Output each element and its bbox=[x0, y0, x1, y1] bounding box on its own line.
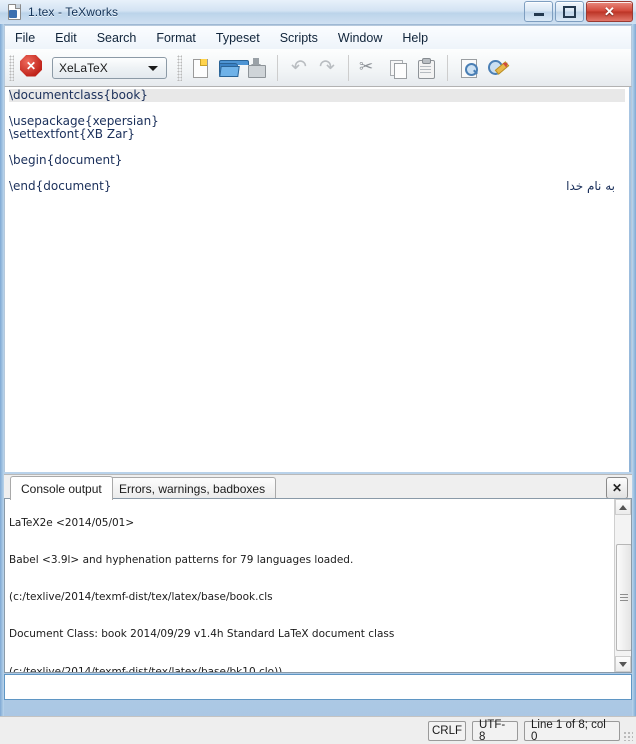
find-magnifier-icon bbox=[458, 57, 480, 79]
close-icon: ✕ bbox=[604, 4, 615, 19]
window-frame-right bbox=[632, 24, 636, 716]
menu-file[interactable]: File bbox=[5, 28, 45, 48]
typeset-engine-value: XeLaTeX bbox=[59, 60, 108, 75]
find-button[interactable] bbox=[455, 54, 483, 82]
scrollbar-thumb[interactable] bbox=[616, 544, 631, 651]
menu-typeset[interactable]: Typeset bbox=[206, 28, 270, 48]
toolbar-grip-typeset[interactable] bbox=[9, 54, 14, 81]
console-input-field[interactable] bbox=[4, 674, 632, 700]
window-controls: ✕ bbox=[524, 1, 633, 22]
copy-button[interactable] bbox=[384, 54, 412, 82]
replace-button[interactable] bbox=[483, 54, 511, 82]
editor-right-edge bbox=[629, 87, 631, 472]
console-vertical-scrollbar[interactable] bbox=[614, 499, 631, 672]
save-disk-icon bbox=[245, 57, 267, 79]
status-encoding[interactable]: UTF-8 bbox=[472, 719, 518, 743]
open-folder-icon bbox=[217, 57, 249, 79]
console-line: Document Class: book 2014/09/29 v1.4h St… bbox=[9, 628, 395, 641]
editor-area[interactable]: \documentclass{book} \usepackage{xepersi… bbox=[4, 87, 632, 472]
abort-typesetting-button[interactable] bbox=[20, 54, 46, 81]
status-line-ending[interactable]: CRLF bbox=[428, 721, 466, 741]
texworks-window: 1.tex - TeXworks ✕ File Edit Search Form… bbox=[0, 0, 636, 744]
toolbar-grip-edit[interactable] bbox=[177, 54, 182, 81]
open-file-button[interactable] bbox=[214, 54, 249, 82]
typeset-engine-combobox[interactable]: XeLaTeX bbox=[52, 56, 167, 79]
cut-button[interactable]: ✂ bbox=[356, 54, 384, 82]
close-button[interactable]: ✕ bbox=[586, 1, 633, 22]
editor-line: \documentclass{book} bbox=[9, 89, 625, 102]
clipboard-icon bbox=[415, 57, 437, 79]
undo-button[interactable]: ↶ bbox=[285, 54, 313, 82]
console-output-text: LaTeX2e <2014/05/01> Babel <3.9l> and hy… bbox=[9, 499, 609, 673]
redo-arrow-icon: ↷ bbox=[319, 57, 335, 78]
menu-search[interactable]: Search bbox=[87, 28, 147, 48]
stop-icon bbox=[20, 54, 42, 77]
chevron-down-icon bbox=[148, 65, 158, 71]
console-line: (c:/texlive/2014/texmf-dist/tex/latex/ba… bbox=[9, 591, 273, 604]
status-bar: CRLF UTF-8 Line 1 of 8; col 0 bbox=[0, 716, 636, 744]
toolbar: XeLaTeX ↶ ↷ ✂ bbox=[4, 49, 632, 87]
find-replace-pencil-icon bbox=[486, 57, 510, 79]
tab-console-output[interactable]: Console output bbox=[10, 476, 113, 500]
menu-edit[interactable]: Edit bbox=[45, 28, 87, 48]
toolbar-separator-2 bbox=[348, 54, 349, 81]
menu-bar: File Edit Search Format Typeset Scripts … bbox=[4, 25, 632, 49]
tab-errors-label: Errors, warnings, badboxes bbox=[119, 482, 266, 496]
tab-console-output-label: Console output bbox=[21, 481, 102, 496]
console-line: Babel <3.9l> and hyphenation patterns fo… bbox=[9, 554, 354, 567]
editor-text[interactable]: \documentclass{book} \usepackage{xepersi… bbox=[9, 87, 625, 193]
menu-format[interactable]: Format bbox=[146, 28, 206, 48]
window-title: 1.tex - TeXworks bbox=[28, 5, 119, 19]
menu-window[interactable]: Window bbox=[328, 28, 392, 48]
paste-button[interactable] bbox=[412, 54, 440, 82]
console-line: (c:/texlive/2014/texmf-dist/tex/latex/ba… bbox=[9, 665, 283, 673]
tex-document-icon bbox=[6, 4, 22, 20]
console-tab-row: Console output Errors, warnings, badboxe… bbox=[4, 474, 632, 500]
status-cursor-position: Line 1 of 8; col 0 bbox=[524, 719, 620, 743]
editor-line: \settextfont{XB Zar} bbox=[9, 127, 135, 141]
toolbar-separator-3 bbox=[447, 54, 448, 81]
tab-errors-warnings-badboxes[interactable]: Errors, warnings, badboxes bbox=[108, 477, 277, 500]
toolbar-separator-1 bbox=[277, 54, 278, 81]
scissors-icon: ✂ bbox=[359, 56, 374, 76]
undo-arrow-icon: ↶ bbox=[291, 57, 307, 78]
triangle-down-icon bbox=[619, 661, 627, 667]
resize-grip[interactable] bbox=[623, 731, 633, 741]
scroll-up-button[interactable] bbox=[615, 499, 631, 515]
console-line: LaTeX2e <2014/05/01> bbox=[9, 516, 135, 529]
new-file-icon bbox=[189, 57, 211, 79]
menu-help[interactable]: Help bbox=[392, 28, 438, 48]
console-panel: Console output Errors, warnings, badboxe… bbox=[4, 474, 632, 700]
redo-button[interactable]: ↷ bbox=[313, 54, 341, 82]
new-file-button[interactable] bbox=[186, 54, 214, 82]
console-close-button[interactable]: ✕ bbox=[606, 477, 628, 499]
copy-pages-icon bbox=[387, 57, 409, 79]
close-icon: ✕ bbox=[611, 481, 623, 495]
save-file-button[interactable] bbox=[242, 54, 270, 82]
console-output-box[interactable]: LaTeX2e <2014/05/01> Babel <3.9l> and hy… bbox=[4, 498, 632, 673]
menu-scripts[interactable]: Scripts bbox=[270, 28, 328, 48]
editor-line: \begin{document} bbox=[9, 153, 123, 167]
grip-ridges-icon bbox=[620, 594, 628, 601]
minimize-button[interactable] bbox=[524, 1, 553, 22]
editor-line: \end{document} bbox=[9, 179, 112, 193]
triangle-up-icon bbox=[619, 504, 627, 510]
title-bar: 1.tex - TeXworks ✕ bbox=[0, 0, 636, 25]
maximize-button[interactable] bbox=[555, 1, 584, 22]
scroll-down-button[interactable] bbox=[615, 656, 631, 672]
